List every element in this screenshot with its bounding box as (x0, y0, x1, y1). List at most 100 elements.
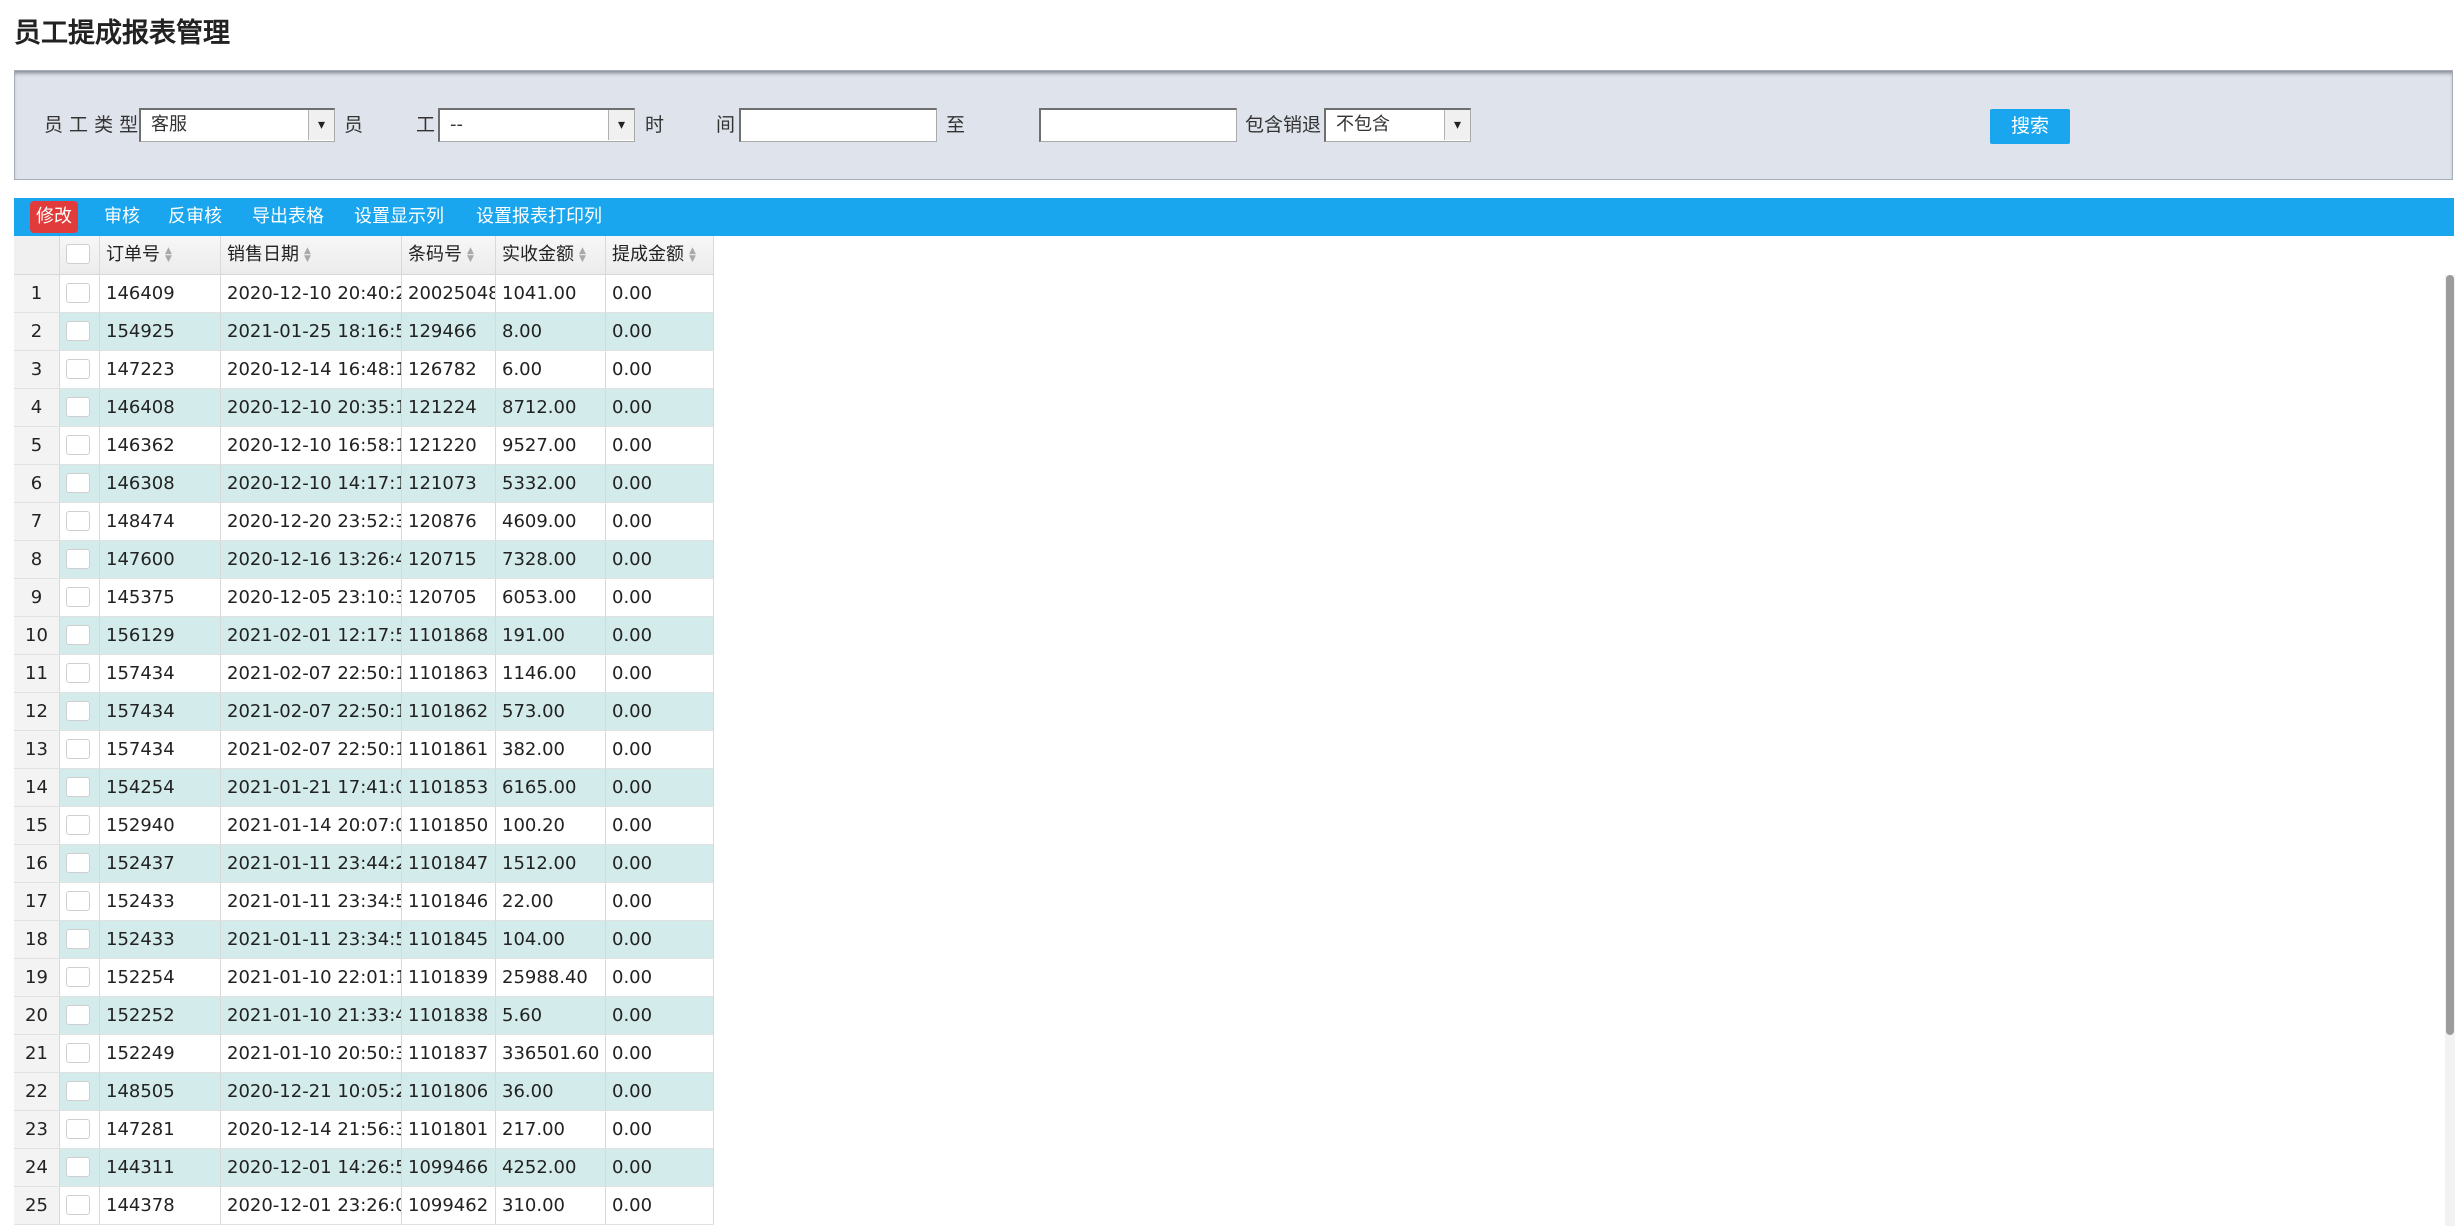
row-checkbox[interactable] (66, 1195, 90, 1215)
table-row[interactable]: 19 152254 2021-01-10 22:01:13 1101839 25988.… (14, 959, 714, 997)
row-checkbox[interactable] (66, 663, 90, 683)
employee-value: -- (450, 114, 463, 135)
row-checkbox[interactable] (66, 321, 90, 341)
received-amount-cell: 7328.00 (496, 541, 606, 578)
column-header-commission[interactable]: 提成金额 ▲ ▼ (606, 236, 714, 274)
row-checkbox[interactable] (66, 397, 90, 417)
sale-date-cell: 2020-12-10 20:35:16 (221, 389, 402, 426)
unapprove-button[interactable]: 反审核 (168, 200, 222, 234)
row-checkbox[interactable] (66, 283, 90, 303)
table-row[interactable]: 17 152433 2021-01-11 23:34:50 1101846 22.00 0… (14, 883, 714, 921)
sale-date-cell: 2021-01-10 22:01:13 (221, 959, 402, 996)
table-row[interactable]: 4 146408 2020-12-10 20:35:16 121224 8712.00 0… (14, 389, 714, 427)
column-header-label: 订单号 (106, 244, 160, 265)
table-row[interactable]: 8 147600 2020-12-16 13:26:41 120715 7328.00 0… (14, 541, 714, 579)
received-amount-cell: 6053.00 (496, 579, 606, 616)
sort-icon: ▲ ▼ (467, 246, 474, 264)
column-header-label: 销售日期 (227, 244, 299, 265)
table-row[interactable]: 16 152437 2021-01-11 23:44:27 1101847 1512.0… (14, 845, 714, 883)
table-row[interactable]: 25 144378 2020-12-01 23:26:03 1099462 310.00… (14, 1187, 714, 1225)
refund-select[interactable]: 不包含 ▾ (1324, 108, 1471, 142)
column-header-order[interactable]: 订单号 ▲ ▼ (100, 236, 221, 274)
table-row[interactable]: 18 152433 2021-01-11 23:34:50 1101845 104.00… (14, 921, 714, 959)
scrollbar-thumb[interactable] (2446, 275, 2454, 1035)
table-row[interactable]: 14 154254 2021-01-21 17:41:08 1101853 6165.0… (14, 769, 714, 807)
table-row[interactable]: 20 152252 2021-01-10 21:33:47 1101838 5.60 0.… (14, 997, 714, 1035)
search-button[interactable]: 搜索 (1990, 109, 2070, 144)
edit-button[interactable]: 修改 (30, 201, 78, 233)
row-number-cell: 23 (14, 1111, 60, 1148)
set-columns-button[interactable]: 设置显示列 (354, 200, 444, 234)
table-row[interactable]: 1 146409 2020-12-10 20:40:28 20025048 1041.0… (14, 275, 714, 313)
commission-amount-cell: 0.00 (606, 731, 714, 768)
row-checkbox[interactable] (66, 1119, 90, 1139)
approve-button[interactable]: 审核 (104, 200, 140, 234)
table-row[interactable]: 3 147223 2020-12-14 16:48:10 126782 6.00 0.00 (14, 351, 714, 389)
time-from-input[interactable] (739, 108, 937, 142)
select-all-checkbox[interactable] (66, 244, 90, 264)
table-row[interactable]: 13 157434 2021-02-07 22:50:17 1101861 382.00… (14, 731, 714, 769)
row-number-cell: 21 (14, 1035, 60, 1072)
row-checkbox[interactable] (66, 967, 90, 987)
row-checkbox[interactable] (66, 473, 90, 493)
table-row[interactable]: 7 148474 2020-12-20 23:52:31 120876 4609.00 0… (14, 503, 714, 541)
row-checkbox[interactable] (66, 511, 90, 531)
table-row[interactable]: 9 145375 2020-12-05 23:10:39 120705 6053.00 0… (14, 579, 714, 617)
row-checkbox[interactable] (66, 853, 90, 873)
row-checkbox[interactable] (66, 815, 90, 835)
commission-amount-cell: 0.00 (606, 845, 714, 882)
employee-select[interactable]: -- ▾ (438, 108, 635, 142)
row-checkbox[interactable] (66, 625, 90, 645)
row-checkbox[interactable] (66, 549, 90, 569)
table-row[interactable]: 6 146308 2020-12-10 14:17:11 121073 5332.00 0… (14, 465, 714, 503)
row-number-cell: 14 (14, 769, 60, 806)
column-header-label: 实收金额 (502, 244, 574, 265)
row-checkbox[interactable] (66, 701, 90, 721)
order-number-cell: 157434 (100, 731, 221, 768)
column-header-barcode[interactable]: 条码号 ▲ ▼ (402, 236, 496, 274)
row-checkbox[interactable] (66, 739, 90, 759)
row-checkbox[interactable] (66, 1005, 90, 1025)
sort-icon: ▲ ▼ (579, 246, 586, 264)
table-row[interactable]: 23 147281 2020-12-14 21:56:30 1101801 217.00… (14, 1111, 714, 1149)
grid-header: 订单号 ▲ ▼ 销售日期 ▲ ▼ 条码号 ▲ ▼ 实收金额 ▲ ▼ 提成金额 ▲ ▼ (14, 236, 714, 275)
table-row[interactable]: 12 157434 2021-02-07 22:50:17 1101862 573.00… (14, 693, 714, 731)
table-row[interactable]: 10 156129 2021-02-01 12:17:59 1101868 191.00… (14, 617, 714, 655)
table-row[interactable]: 15 152940 2021-01-14 20:07:01 1101850 100.20… (14, 807, 714, 845)
table-row[interactable]: 24 144311 2020-12-01 14:26:52 1099466 4252.0… (14, 1149, 714, 1187)
row-checkbox[interactable] (66, 777, 90, 797)
set-print-columns-button[interactable]: 设置报表打印列 (476, 200, 602, 234)
received-amount-cell: 1146.00 (496, 655, 606, 692)
sale-date-cell: 2021-01-11 23:44:27 (221, 845, 402, 882)
table-row[interactable]: 21 152249 2021-01-10 20:50:32 1101837 336501… (14, 1035, 714, 1073)
vertical-scrollbar[interactable] (2445, 275, 2455, 1226)
row-checkbox[interactable] (66, 1043, 90, 1063)
row-checkbox[interactable] (66, 929, 90, 949)
row-checkbox[interactable] (66, 891, 90, 911)
barcode-cell: 1101861 (402, 731, 496, 768)
row-number-cell: 19 (14, 959, 60, 996)
export-button[interactable]: 导出表格 (252, 200, 324, 234)
row-checkbox[interactable] (66, 587, 90, 607)
column-header-date[interactable]: 销售日期 ▲ ▼ (221, 236, 402, 274)
table-row[interactable]: 22 148505 2020-12-21 10:05:27 1101806 36.00 0… (14, 1073, 714, 1111)
row-checkbox[interactable] (66, 1157, 90, 1177)
commission-amount-cell: 0.00 (606, 275, 714, 312)
employee-type-select[interactable]: 客服 ▾ (139, 108, 335, 142)
column-header-received[interactable]: 实收金额 ▲ ▼ (496, 236, 606, 274)
row-select-cell (60, 1111, 100, 1148)
row-checkbox[interactable] (66, 435, 90, 455)
received-amount-cell: 6.00 (496, 351, 606, 388)
table-row[interactable]: 11 157434 2021-02-07 22:50:17 1101863 1146.0… (14, 655, 714, 693)
table-row[interactable]: 5 146362 2020-12-10 16:58:18 121220 9527.00 0… (14, 427, 714, 465)
table-row[interactable]: 2 154925 2021-01-25 18:16:54 129466 8.00 0.00 (14, 313, 714, 351)
order-number-cell: 146408 (100, 389, 221, 426)
row-select-cell (60, 1073, 100, 1110)
received-amount-cell: 5.60 (496, 997, 606, 1034)
barcode-cell: 1101839 (402, 959, 496, 996)
time-to-input[interactable] (1039, 108, 1237, 142)
row-checkbox[interactable] (66, 359, 90, 379)
row-checkbox[interactable] (66, 1081, 90, 1101)
sale-date-cell: 2021-01-21 17:41:08 (221, 769, 402, 806)
row-select-cell (60, 1149, 100, 1186)
